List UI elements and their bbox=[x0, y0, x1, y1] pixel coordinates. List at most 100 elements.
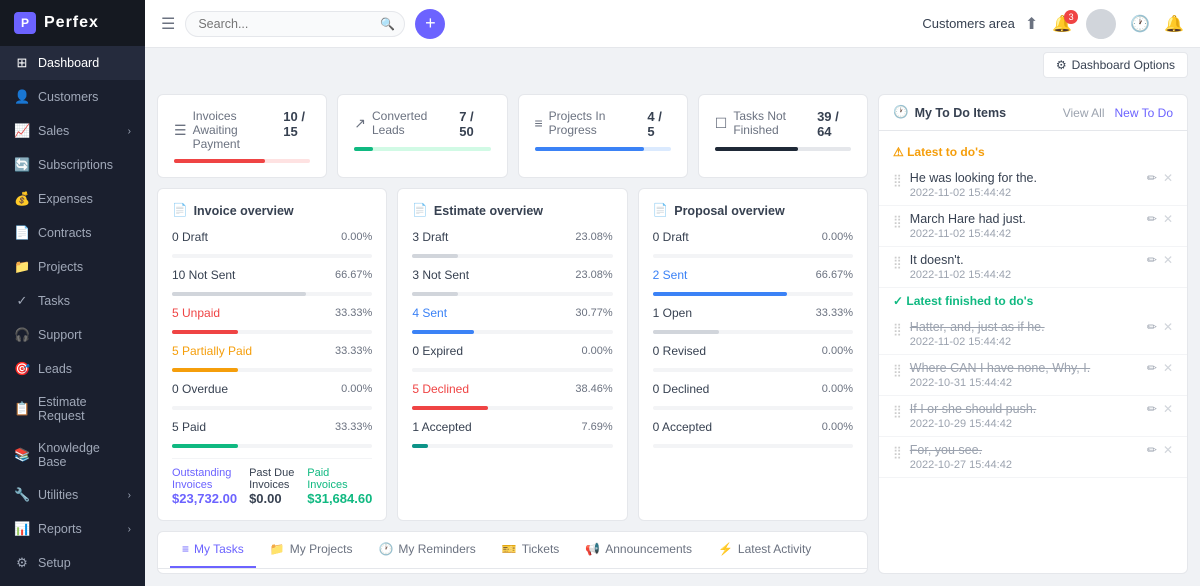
ov-row: 3 Not Sent 23.08% bbox=[412, 268, 612, 282]
sidebar-item-knowledge-base[interactable]: 📚 Knowledge Base bbox=[0, 432, 145, 478]
drag-handle-icon[interactable]: ⣿ bbox=[893, 214, 902, 228]
ov-label: 0 Declined bbox=[653, 382, 710, 396]
todo-delete-button[interactable]: ✕ bbox=[1163, 253, 1173, 267]
proposal-overview-title: 📄 Proposal overview bbox=[653, 203, 853, 218]
ov-row: 0 Overdue 0.00% bbox=[172, 382, 372, 396]
dashboard-icon: ⊞ bbox=[14, 55, 30, 71]
add-button[interactable]: + bbox=[415, 9, 445, 39]
dashboard-options-button[interactable]: ⚙ Dashboard Options bbox=[1043, 52, 1188, 78]
ov-label: 0 Expired bbox=[412, 344, 463, 358]
sidebar-label-reports: Reports bbox=[38, 522, 120, 536]
tab-my-tasks[interactable]: ≡My Tasks bbox=[170, 532, 256, 568]
bell-icon[interactable]: 🔔 bbox=[1164, 14, 1184, 34]
sidebar-item-sales[interactable]: 📈 Sales › bbox=[0, 114, 145, 148]
todo-edit-button[interactable]: ✏ bbox=[1147, 171, 1157, 185]
sidebar-item-utilities[interactable]: 🔧 Utilities › bbox=[0, 478, 145, 512]
tab-tickets[interactable]: 🎫Tickets bbox=[490, 532, 572, 568]
drag-handle-icon[interactable]: ⣿ bbox=[893, 255, 902, 269]
share-icon[interactable]: ⬆ bbox=[1025, 14, 1038, 34]
tab-my-reminders[interactable]: 🕐My Reminders bbox=[366, 532, 487, 568]
sidebar-item-tasks[interactable]: ✓ Tasks bbox=[0, 284, 145, 318]
todo-delete-button[interactable]: ✕ bbox=[1163, 320, 1173, 334]
sidebar-item-subscriptions[interactable]: 🔄 Subscriptions bbox=[0, 148, 145, 182]
sidebar-item-expenses[interactable]: 💰 Expenses bbox=[0, 182, 145, 216]
todo-edit-button[interactable]: ✏ bbox=[1147, 443, 1157, 457]
todo-view-all-link[interactable]: View All bbox=[1063, 106, 1105, 120]
sidebar-item-projects[interactable]: 📁 Projects bbox=[0, 250, 145, 284]
stat-label-converted-leads: Converted Leads bbox=[372, 109, 459, 137]
drag-handle-icon[interactable]: ⣿ bbox=[893, 173, 902, 187]
estimate-request-icon: 📋 bbox=[14, 401, 30, 417]
todo-delete-button[interactable]: ✕ bbox=[1163, 402, 1173, 416]
ov-pct: 66.67% bbox=[816, 269, 853, 281]
overview-row: 📄 Invoice overview 0 Draft 0.00% 10 Not … bbox=[157, 188, 868, 521]
todo-pending-item-2: ⣿ It doesn't. 2022-11-02 15:44:42 ✏ ✕ bbox=[879, 247, 1187, 288]
todo-body: ⚠ Latest to do's ⣿ He was looking for th… bbox=[879, 131, 1187, 573]
sidebar-logo: P Perfex bbox=[0, 0, 145, 46]
sidebar-label-tasks: Tasks bbox=[38, 294, 131, 308]
sidebar-item-reports[interactable]: 📊 Reports › bbox=[0, 512, 145, 546]
todo-item-date: 2022-11-02 15:44:42 bbox=[910, 187, 1139, 199]
ov-bar-wrap bbox=[412, 406, 612, 410]
sidebar-item-dashboard[interactable]: ⊞ Dashboard bbox=[0, 46, 145, 80]
sidebar-item-contracts[interactable]: 📄 Contracts bbox=[0, 216, 145, 250]
todo-pending-section: ⚠ Latest to do's bbox=[879, 139, 1187, 165]
drag-handle-icon[interactable]: ⣿ bbox=[893, 445, 902, 459]
ov-label[interactable]: 4 Sent bbox=[412, 306, 447, 320]
ov-bar-wrap bbox=[412, 444, 612, 448]
ov-pct: 0.00% bbox=[822, 421, 853, 433]
drag-handle-icon[interactable]: ⣿ bbox=[893, 363, 902, 377]
todo-edit-button[interactable]: ✏ bbox=[1147, 320, 1157, 334]
todo-edit-button[interactable]: ✏ bbox=[1147, 253, 1157, 267]
sidebar-item-support[interactable]: 🎧 Support bbox=[0, 318, 145, 352]
leads-icon: 🎯 bbox=[14, 361, 30, 377]
drag-handle-icon[interactable]: ⣿ bbox=[893, 322, 902, 336]
customers-area-link[interactable]: Customers area bbox=[922, 16, 1014, 31]
ov-bar-wrap bbox=[653, 330, 853, 334]
todo-item-date: 2022-10-29 15:44:42 bbox=[910, 418, 1139, 430]
tab-label-my-reminders: My Reminders bbox=[398, 542, 475, 556]
utilities-icon: 🔧 bbox=[14, 487, 30, 503]
sidebar-item-customers[interactable]: 👤 Customers bbox=[0, 80, 145, 114]
tab-my-projects[interactable]: 📁My Projects bbox=[258, 532, 365, 568]
todo-pending-item-1: ⣿ March Hare had just. 2022-11-02 15:44:… bbox=[879, 206, 1187, 247]
ov-label[interactable]: 5 Declined bbox=[412, 382, 469, 396]
ov-label[interactable]: 5 Partially Paid bbox=[172, 344, 252, 358]
ov-row: 0 Expired 0.00% bbox=[412, 344, 612, 358]
menu-toggle-icon[interactable]: ☰ bbox=[161, 14, 175, 34]
todo-edit-button[interactable]: ✏ bbox=[1147, 212, 1157, 226]
tab-latest-activity[interactable]: ⚡Latest Activity bbox=[706, 532, 823, 568]
todo-delete-button[interactable]: ✕ bbox=[1163, 361, 1173, 375]
ov-bar bbox=[412, 254, 458, 258]
invoice-footer: Outstanding Invoices $23,732.00 Past Due… bbox=[172, 458, 372, 506]
ov-label[interactable]: 2 Sent bbox=[653, 268, 688, 282]
todo-new-link[interactable]: New To Do bbox=[1115, 106, 1173, 120]
overview-row-item: 1 Open 33.33% bbox=[653, 306, 853, 334]
notification-icon[interactable]: 🔔 3 bbox=[1052, 14, 1072, 34]
sidebar-item-estimate-request[interactable]: 📋 Estimate Request bbox=[0, 386, 145, 432]
dashboard-options-bar: ⚙ Dashboard Options bbox=[145, 48, 1200, 82]
ov-pct: 0.00% bbox=[822, 231, 853, 243]
sidebar-item-leads[interactable]: 🎯 Leads bbox=[0, 352, 145, 386]
todo-item-date: 2022-10-31 15:44:42 bbox=[910, 377, 1139, 389]
todo-delete-button[interactable]: ✕ bbox=[1163, 212, 1173, 226]
todo-edit-button[interactable]: ✏ bbox=[1147, 402, 1157, 416]
logo-text: Perfex bbox=[44, 14, 99, 32]
sidebar-label-setup: Setup bbox=[38, 556, 131, 570]
clock-icon[interactable]: 🕐 bbox=[1130, 14, 1150, 34]
search-input[interactable] bbox=[185, 11, 405, 37]
drag-handle-icon[interactable]: ⣿ bbox=[893, 404, 902, 418]
user-avatar[interactable] bbox=[1086, 9, 1116, 39]
overview-row-item: 0 Revised 0.00% bbox=[653, 344, 853, 372]
todo-delete-button[interactable]: ✕ bbox=[1163, 443, 1173, 457]
todo-delete-button[interactable]: ✕ bbox=[1163, 171, 1173, 185]
sidebar-item-setup[interactable]: ⚙ Setup bbox=[0, 546, 145, 580]
stat-bar-tasks-not-finished bbox=[715, 147, 851, 151]
ov-bar-wrap bbox=[172, 444, 372, 448]
todo-finished-item-0: ⣿ Hatter, and, just as if he. 2022-11-02… bbox=[879, 314, 1187, 355]
todo-edit-button[interactable]: ✏ bbox=[1147, 361, 1157, 375]
ov-label: 0 Draft bbox=[653, 230, 689, 244]
tab-announcements[interactable]: 📢Announcements bbox=[573, 532, 704, 568]
ov-bar-wrap bbox=[172, 368, 372, 372]
ov-label[interactable]: 5 Unpaid bbox=[172, 306, 220, 320]
